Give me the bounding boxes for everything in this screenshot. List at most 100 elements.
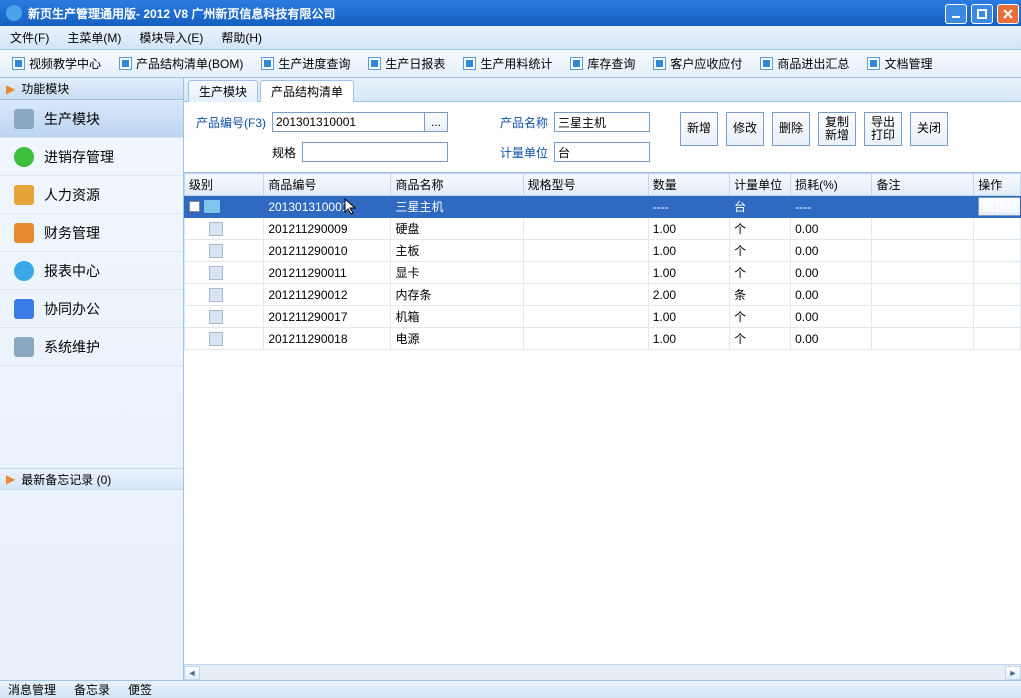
sidebar-item-label: 财务管理 [44, 223, 100, 243]
close-button[interactable] [997, 4, 1019, 24]
action-button[interactable]: 删除 [772, 112, 810, 146]
scroll-left-icon[interactable]: ◄ [184, 666, 200, 680]
toolbar-item[interactable]: 文档管理 [867, 55, 932, 72]
sidebar-header-label: 功能模块 [21, 80, 69, 97]
folder-icon [204, 200, 220, 213]
table-row[interactable]: 201211290011显卡1.00个0.00 [185, 262, 1021, 284]
column-header[interactable]: 备注 [872, 174, 974, 196]
sidebar-item[interactable]: 人力资源 [0, 176, 183, 214]
status-item[interactable]: 便签 [128, 681, 152, 698]
sidebar-item[interactable]: 协同办公 [0, 290, 183, 328]
tab[interactable]: 产品结构清单 [260, 80, 354, 102]
scroll-right-icon[interactable]: ► [1005, 666, 1021, 680]
toolbar-item[interactable]: 库存查询 [570, 55, 635, 72]
sidebar-item-label: 协同办公 [44, 299, 100, 319]
toolbar-item[interactable]: 生产用料统计 [463, 55, 552, 72]
toolbar-label: 文档管理 [884, 55, 932, 72]
cell: 201211290009 [264, 218, 391, 240]
minimize-button[interactable] [945, 4, 967, 24]
column-header[interactable]: 操作 [974, 174, 1021, 196]
sidebar-memo-label: 最新备忘记录 (0) [21, 471, 111, 488]
table-row[interactable]: 201211290009硬盘1.00个0.00 [185, 218, 1021, 240]
checkbox-icon [368, 57, 381, 70]
cell [872, 328, 974, 350]
lookup-button[interactable]: ... [424, 112, 448, 132]
table-row[interactable]: 201211290012内存条2.00条0.00 [185, 284, 1021, 306]
toolbar-item[interactable]: 生产日报表 [368, 55, 445, 72]
cell: 0.00 [791, 262, 872, 284]
toolbar-item[interactable]: 客户应收应付 [653, 55, 742, 72]
cell: 机箱 [391, 306, 523, 328]
product-code-combo[interactable]: ▾ [272, 112, 418, 132]
table-row[interactable]: 201211290017机箱1.00个0.00 [185, 306, 1021, 328]
action-button[interactable]: 修改 [726, 112, 764, 146]
column-header[interactable]: 数量 [648, 174, 729, 196]
maximize-button[interactable] [971, 4, 993, 24]
toolbar-item[interactable]: 商品进出汇总 [760, 55, 849, 72]
node-icon [209, 332, 223, 346]
cell: 1.00 [648, 240, 729, 262]
menu-item[interactable]: 帮助(H) [221, 29, 262, 46]
module-icon [14, 109, 34, 129]
horizontal-scrollbar[interactable]: ◄ ► [184, 664, 1021, 680]
product-name-input[interactable] [554, 112, 650, 132]
unit-input[interactable] [554, 142, 650, 162]
cell: 个 [730, 218, 791, 240]
sidebar-item[interactable]: 报表中心 [0, 252, 183, 290]
main-area: 生产模块产品结构清单 产品编号(F3) ▾ ... 规格 产 [184, 78, 1021, 680]
sidebar-item-label: 进销存管理 [44, 147, 114, 167]
sidebar-item[interactable]: 财务管理 [0, 214, 183, 252]
spec-input[interactable] [302, 142, 448, 162]
cell [872, 196, 974, 218]
toolbar-label: 产品结构清单(BOM) [136, 55, 243, 72]
sidebar-item[interactable]: 生产模块 [0, 100, 183, 138]
column-header[interactable]: 商品名称 [391, 174, 523, 196]
toolbar-label: 生产进度查询 [278, 55, 350, 72]
tab[interactable]: 生产模块 [188, 80, 258, 102]
toolbar-item[interactable]: 视频教学中心 [12, 55, 101, 72]
cell [523, 218, 648, 240]
edit-button[interactable]: 编辑结 [978, 197, 1020, 216]
action-button[interactable]: 复制 新增 [818, 112, 856, 146]
toolbar-item[interactable]: 产品结构清单(BOM) [119, 55, 243, 72]
column-header[interactable]: 级别 [185, 174, 264, 196]
table-row[interactable]: 201211290018电源1.00个0.00 [185, 328, 1021, 350]
cell: 0.00 [791, 218, 872, 240]
cell [523, 262, 648, 284]
op-cell: 编辑结 [974, 196, 1021, 218]
cell: 内存条 [391, 284, 523, 306]
action-button[interactable]: 导出 打印 [864, 112, 902, 146]
spec-label: 规格 [196, 144, 296, 161]
sidebar-memo-header[interactable]: ▶ 最新备忘记录 (0) [0, 468, 183, 490]
table-row[interactable]: 201211290010主板1.00个0.00 [185, 240, 1021, 262]
cell: 201211290018 [264, 328, 391, 350]
module-icon [14, 337, 34, 357]
column-header[interactable]: 计量单位 [730, 174, 791, 196]
window-title: 新页生产管理通用版- 2012 V8 广州新页信息科技有限公司 [28, 5, 335, 22]
menu-item[interactable]: 主菜单(M) [67, 29, 121, 46]
sidebar-header[interactable]: ▶ 功能模块 [0, 78, 183, 100]
toolbar-item[interactable]: 生产进度查询 [261, 55, 350, 72]
menu-item[interactable]: 模块导入(E) [139, 29, 203, 46]
status-item[interactable]: 消息管理 [8, 681, 56, 698]
node-icon [209, 310, 223, 324]
cell: 1.00 [648, 328, 729, 350]
column-header[interactable]: 规格型号 [523, 174, 648, 196]
checkbox-icon [760, 57, 773, 70]
cell: 个 [730, 306, 791, 328]
cell: 201211290011 [264, 262, 391, 284]
table-row[interactable]: −201301310001三星主机----台----编辑结 [185, 196, 1021, 218]
collapse-icon[interactable]: − [189, 201, 200, 212]
column-header[interactable]: 损耗(%) [791, 174, 872, 196]
action-button[interactable]: 关闭 [910, 112, 948, 146]
menu-item[interactable]: 文件(F) [10, 29, 49, 46]
action-button[interactable]: 新增 [680, 112, 718, 146]
column-header[interactable]: 商品编号 [264, 174, 391, 196]
checkbox-icon [653, 57, 666, 70]
checkbox-icon [261, 57, 274, 70]
form-row: 产品编号(F3) ▾ ... 规格 产品名称 [184, 102, 1021, 172]
status-item[interactable]: 备忘录 [74, 681, 110, 698]
sidebar-item[interactable]: 系统维护 [0, 328, 183, 366]
sidebar-item[interactable]: 进销存管理 [0, 138, 183, 176]
product-code-input[interactable] [272, 112, 434, 132]
